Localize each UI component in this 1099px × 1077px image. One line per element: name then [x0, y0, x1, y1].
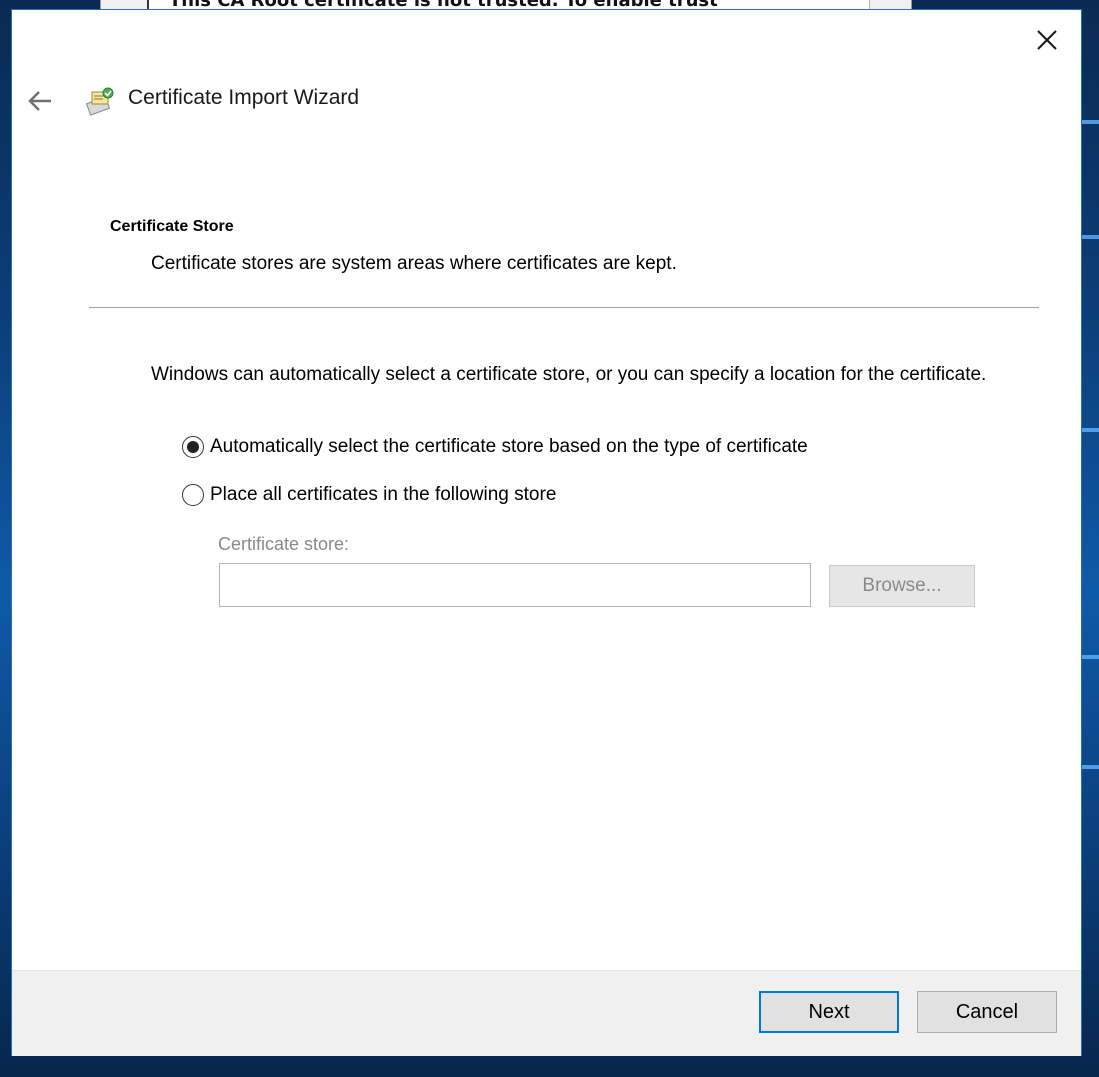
dialog-footer: Next Cancel [12, 970, 1081, 1056]
certificate-import-wizard-dialog: Certificate Import Wizard Certificate St… [12, 10, 1081, 1056]
radio-auto-select-store[interactable]: Automatically select the certificate sto… [182, 436, 808, 458]
radio-auto-select-label[interactable]: Automatically select the certificate sto… [210, 436, 808, 458]
radio-button-selected[interactable] [182, 436, 204, 458]
radio-place-in-store[interactable]: Place all certificates in the following … [182, 484, 556, 506]
wizard-title: Certificate Import Wizard [128, 86, 360, 109]
section-title: Certificate Store [110, 218, 234, 235]
browse-button[interactable]: Browse... [829, 565, 975, 607]
radio-button-unselected[interactable] [182, 484, 204, 506]
certificate-store-label: Certificate store: [218, 534, 350, 554]
radio-dot [187, 441, 199, 453]
radio-place-in-store-label[interactable]: Place all certificates in the following … [210, 484, 556, 506]
next-button[interactable]: Next [759, 991, 899, 1033]
section-description: Certificate stores are system areas wher… [151, 253, 677, 274]
cancel-button[interactable]: Cancel [917, 991, 1057, 1033]
close-button[interactable] [1027, 22, 1067, 58]
certificate-store-field[interactable] [219, 563, 811, 607]
intro-text: Windows can automatically select a certi… [151, 364, 987, 385]
close-icon [1037, 30, 1057, 50]
certificate-wizard-icon [85, 87, 114, 116]
back-button[interactable] [24, 86, 56, 116]
header-divider [89, 307, 1039, 308]
back-arrow-icon [28, 91, 51, 111]
